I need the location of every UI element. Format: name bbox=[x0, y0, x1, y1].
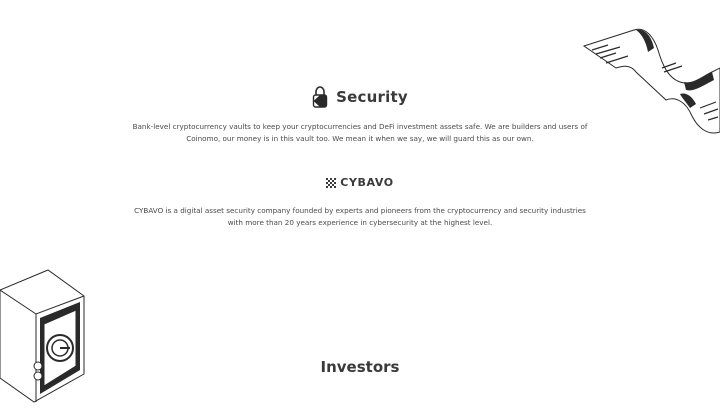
cybavo-description-line-1: CYBAVO is a digital asset security compa… bbox=[134, 206, 586, 215]
cybavo-logo: CYBAVO bbox=[0, 176, 720, 189]
security-description-line-1: Bank-level cryptocurrency vaults to keep… bbox=[132, 122, 588, 131]
security-heading: Security bbox=[0, 86, 720, 108]
receipt-illustration bbox=[582, 28, 720, 134]
padlock-icon bbox=[312, 86, 328, 108]
investors-title: Investors bbox=[320, 358, 400, 376]
cybavo-description-line-2: with more than 20 years experience in cy… bbox=[227, 218, 493, 227]
security-title: Security bbox=[336, 88, 408, 106]
vault-safe-illustration bbox=[0, 269, 85, 403]
security-description: Bank-level cryptocurrency vaults to keep… bbox=[120, 121, 600, 145]
cybavo-description: CYBAVO is a digital asset security compa… bbox=[120, 205, 600, 229]
security-description-line-2: Coinomo, our money is in this vault too.… bbox=[186, 134, 534, 143]
dotted-square-icon bbox=[326, 177, 337, 188]
cybavo-wordmark: CYBAVO bbox=[340, 176, 394, 189]
